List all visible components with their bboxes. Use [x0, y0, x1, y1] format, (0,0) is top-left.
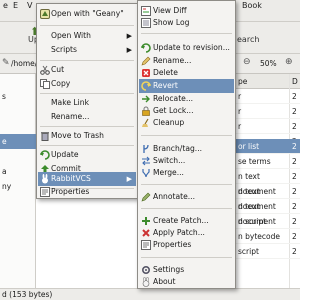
- menu-item-merge[interactable]: Merge...: [139, 166, 234, 180]
- rabbitvcs-icon: [40, 174, 50, 184]
- menu-item-annotate[interactable]: Annotate...: [139, 190, 234, 204]
- zoom-level: 50%: [260, 59, 277, 68]
- file-context-menu: Open with "Geany" Open With ▶ Scripts ▶ …: [36, 3, 138, 199]
- edit-location-icon[interactable]: ✎: [2, 58, 10, 68]
- menu-item-show-log[interactable]: Show Log: [139, 16, 234, 30]
- menu-item-properties[interactable]: Properties: [139, 238, 234, 252]
- menu-item-revert[interactable]: Revert: [139, 79, 234, 93]
- menu-item-scripts[interactable]: Scripts ▶: [38, 43, 136, 57]
- menu-file[interactable]: e: [3, 1, 8, 10]
- settings-icon: [141, 265, 151, 275]
- delete-icon: [141, 68, 151, 78]
- create-patch-icon: [141, 216, 151, 226]
- branch-icon: [141, 144, 151, 154]
- table-row[interactable]: se terms 2: [236, 154, 300, 169]
- table-row[interactable]: n script 2: [236, 214, 300, 229]
- menu-item-rename[interactable]: Rename...: [38, 110, 136, 124]
- diff-icon: [141, 6, 151, 16]
- table-row[interactable]: n text document 2: [236, 184, 300, 211]
- side-pane: s e a ny: [0, 74, 36, 289]
- submenu-arrow-icon: ▶: [126, 175, 132, 183]
- date-column-header[interactable]: D: [292, 77, 298, 86]
- side-row[interactable]: a: [0, 164, 36, 179]
- table-row-selected[interactable]: or list 2: [236, 139, 300, 154]
- properties-icon: [40, 187, 50, 197]
- rabbitvcs-submenu: View Diff Show Log Update to revision...…: [137, 0, 236, 289]
- annotate-icon: [141, 192, 151, 202]
- menu-item-cleanup[interactable]: Cleanup: [139, 116, 234, 130]
- status-bar: d (153 bytes): [0, 288, 300, 300]
- geany-icon: [40, 9, 50, 19]
- menu-item-move-to-trash[interactable]: Move to Trash: [38, 129, 136, 143]
- lock-icon: [141, 106, 151, 116]
- menu-item-delete[interactable]: Delete: [139, 66, 234, 80]
- trash-icon: [40, 131, 50, 141]
- menu-separator: [40, 145, 134, 146]
- merge-icon: [141, 168, 151, 178]
- menu-item-properties[interactable]: Properties: [38, 185, 136, 199]
- cut-icon: [40, 65, 50, 75]
- menu-separator: [40, 25, 134, 26]
- table-row[interactable]: n bytecode 2: [236, 229, 300, 244]
- menu-item-cut[interactable]: Cut: [38, 63, 136, 77]
- file-list: pe D r2 r2 r2 r2 or list2 se terms2 n te…: [236, 74, 300, 289]
- log-icon: [141, 18, 151, 28]
- table-row[interactable]: n text document 2: [236, 199, 300, 226]
- menu-separator: [141, 33, 232, 34]
- list-header[interactable]: pe D: [236, 74, 300, 89]
- submenu-arrow-icon: ▶: [126, 32, 132, 40]
- table-row[interactable]: n text document 2: [236, 169, 300, 196]
- table-row[interactable]: script 2: [236, 244, 300, 259]
- cleanup-icon: [141, 118, 151, 128]
- side-row[interactable]: s: [0, 89, 36, 104]
- menu-view[interactable]: V: [27, 1, 32, 10]
- menu-separator: [141, 184, 232, 185]
- menu-item-rabbitvcs[interactable]: RabbitVCS ▶: [38, 172, 136, 186]
- menu-edit[interactable]: E: [13, 1, 18, 10]
- menu-item-copy[interactable]: Copy: [38, 77, 136, 91]
- update-icon: [141, 43, 151, 53]
- menu-item-open-with[interactable]: Open With ▶: [38, 29, 136, 43]
- menu-item-update[interactable]: Update: [38, 148, 136, 162]
- submenu-arrow-icon: ▶: [126, 46, 132, 54]
- menu-item-make-link[interactable]: Make Link: [38, 96, 136, 110]
- copy-icon: [40, 79, 50, 89]
- side-row[interactable]: ny: [0, 179, 36, 194]
- zoom-in-icon[interactable]: ⊕: [285, 57, 293, 67]
- type-column-header[interactable]: pe: [238, 77, 247, 86]
- menu-separator: [141, 135, 232, 136]
- menu-separator: [141, 208, 232, 209]
- side-row-selected[interactable]: e: [0, 134, 36, 149]
- apply-patch-icon: [141, 228, 151, 238]
- search-button[interactable]: earch: [237, 35, 259, 44]
- menu-item-open-with-geany[interactable]: Open with "Geany": [38, 7, 136, 21]
- menu-separator: [40, 60, 134, 61]
- menu-separator: [40, 126, 134, 127]
- revert-icon: [141, 81, 151, 91]
- table-row[interactable]: r2: [236, 104, 300, 119]
- menu-separator: [40, 93, 134, 94]
- table-row[interactable]: r2: [236, 89, 300, 104]
- switch-icon: [141, 156, 151, 166]
- menu-item-about[interactable]: About: [139, 275, 234, 289]
- properties-icon: [141, 240, 151, 250]
- update-icon: [40, 150, 50, 160]
- menu-book[interactable]: Book: [242, 1, 262, 10]
- rename-icon: [141, 56, 151, 66]
- menu-separator: [141, 257, 232, 258]
- menu-item-update-to-revision[interactable]: Update to revision...: [139, 41, 234, 55]
- table-row[interactable]: r2: [236, 119, 300, 134]
- relocate-icon: [141, 94, 151, 104]
- zoom-out-icon[interactable]: ⊖: [243, 57, 251, 67]
- about-icon: [141, 276, 151, 287]
